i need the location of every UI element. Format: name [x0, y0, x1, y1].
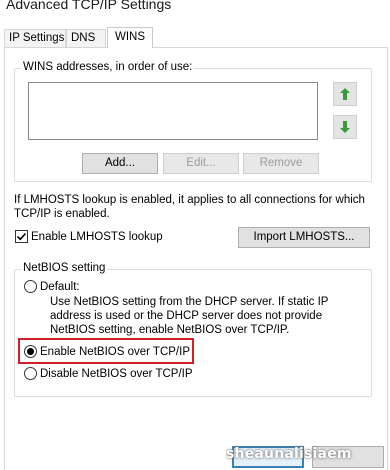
lmhosts-description: If LMHOSTS lookup is enabled, it applies…: [14, 194, 365, 220]
default-description: Use NetBIOS setting from the DHCP server…: [50, 296, 329, 336]
checkmark-icon: [16, 232, 27, 241]
wins-group-label: WINS addresses, in order of use:: [21, 61, 195, 73]
import-lmhosts-button[interactable]: Import LMHOSTS...: [238, 227, 370, 248]
green-down-arrow-icon: [340, 121, 350, 133]
edit-button[interactable]: Edit...: [163, 153, 239, 174]
remove-button[interactable]: Remove: [243, 153, 319, 174]
tab-ip-settings[interactable]: IP Settings: [4, 29, 66, 47]
wins-address-list[interactable]: [28, 82, 318, 140]
highlight-box: [18, 338, 194, 364]
lmhosts-checkbox-label: Enable LMHOSTS lookup: [31, 231, 163, 243]
tab-wins[interactable]: WINS: [107, 27, 153, 48]
window-title: Advanced TCP/IP Settings: [6, 0, 172, 12]
default-radio[interactable]: [24, 280, 37, 293]
move-up-button[interactable]: [333, 82, 357, 106]
add-button[interactable]: Add...: [82, 153, 158, 174]
default-radio-label: Default:: [40, 281, 80, 293]
green-up-arrow-icon: [340, 88, 350, 100]
disable-netbios-label: Disable NetBIOS over TCP/IP: [40, 368, 193, 380]
tab-dns[interactable]: DNS: [66, 29, 106, 47]
watermark-text: sheaunalisiaem: [226, 446, 352, 462]
netbios-group-label: NetBIOS setting: [21, 262, 108, 274]
lmhosts-checkbox[interactable]: [15, 230, 28, 243]
disable-netbios-radio[interactable]: [24, 367, 37, 380]
move-down-button[interactable]: [333, 115, 357, 139]
